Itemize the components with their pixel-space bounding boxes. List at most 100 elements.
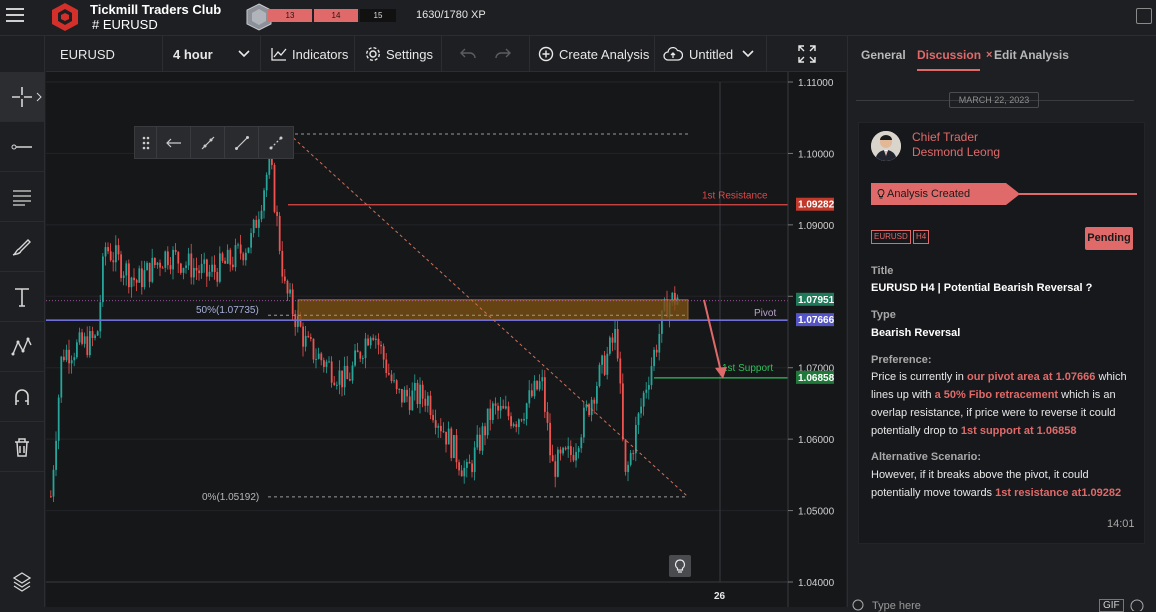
candle-body	[229, 249, 232, 265]
candle-body	[255, 219, 258, 228]
candle-body	[440, 425, 442, 432]
xp-text: 1630/1780 XP	[416, 9, 486, 21]
create-analysis-button[interactable]: Create Analysis	[530, 36, 655, 72]
candle-body	[528, 390, 531, 404]
candle-body	[603, 355, 606, 375]
author-role[interactable]: Chief Trader	[912, 130, 978, 144]
candle-body	[544, 377, 546, 412]
brush-icon	[12, 238, 31, 256]
xp-level-next: 15	[360, 9, 396, 22]
candle-body	[304, 335, 307, 347]
candle-body	[419, 384, 421, 405]
settings-button[interactable]: Settings	[355, 36, 442, 72]
tab-edit-analysis[interactable]: Edit Analysis	[994, 48, 1069, 62]
candle-body	[518, 419, 520, 428]
candle-body	[445, 431, 447, 445]
close-icon[interactable]: ×	[986, 49, 992, 61]
candle-body	[174, 249, 177, 252]
lightbulb-button[interactable]	[669, 555, 691, 577]
delete-tool[interactable]	[0, 422, 44, 472]
undo-icon[interactable]	[459, 48, 476, 60]
candle-body	[432, 415, 434, 421]
price-chart[interactable]: Pivot 1st Resistance 1st Support 50%(1.0773…	[46, 72, 846, 607]
pattern-tool[interactable]	[0, 322, 44, 372]
candle-body	[247, 247, 250, 253]
candle-body	[385, 359, 388, 373]
extend-line-icon[interactable]	[191, 127, 225, 158]
candle-body	[562, 447, 564, 454]
candle-body	[531, 390, 533, 397]
candle-body	[411, 390, 414, 411]
candle-body	[601, 355, 603, 365]
candle-body	[128, 263, 130, 288]
candle-body	[616, 328, 619, 359]
magnet-tool[interactable]	[0, 372, 44, 422]
crosshair-tool[interactable]	[0, 72, 44, 122]
line-tool[interactable]	[0, 122, 44, 172]
create-analysis-label: Create Analysis	[559, 46, 650, 62]
candle-body	[614, 328, 616, 343]
drawing-floating-toolbar	[134, 126, 294, 159]
avatar[interactable]	[871, 131, 901, 161]
banner-line	[1019, 193, 1137, 195]
candle-body	[463, 467, 466, 477]
candle-body	[583, 407, 585, 438]
candle-body	[117, 245, 120, 255]
candle-body	[109, 251, 112, 261]
brush-tool[interactable]	[0, 222, 44, 272]
candle-body	[549, 422, 551, 456]
fullscreen-button[interactable]	[767, 36, 846, 72]
candle-body	[434, 420, 437, 428]
emoji-icon[interactable]	[1130, 599, 1144, 611]
analysis-title: EURUSD H4 | Potential Bearish Reversal ?	[871, 282, 1093, 294]
preference-text: Price is currently in our pivot area at …	[871, 371, 1127, 437]
plus-circle-icon[interactable]	[852, 599, 864, 611]
author-name[interactable]: Desmond Leong	[912, 145, 1000, 159]
layers-button[interactable]	[0, 556, 44, 606]
text-tool[interactable]	[0, 272, 44, 322]
line-style-icon[interactable]	[259, 127, 293, 158]
status-badge: Pending	[1085, 227, 1133, 250]
candle-body	[356, 350, 359, 353]
candle-body	[427, 395, 429, 406]
fib-tool[interactable]	[0, 172, 44, 222]
arrow-left-icon[interactable]	[157, 127, 191, 158]
candle-body	[421, 384, 424, 399]
ray-line-icon[interactable]	[225, 127, 259, 158]
candle-body	[276, 211, 278, 216]
message-composer: Type here GIF	[848, 596, 1156, 612]
timeframe-dropdown[interactable]: 4 hour	[163, 36, 261, 72]
candle-body	[380, 344, 382, 347]
drag-handle-icon[interactable]	[135, 127, 157, 158]
candle-body	[648, 385, 650, 390]
candle-body	[102, 256, 104, 303]
tab-general[interactable]: General	[861, 48, 906, 62]
candle-body	[310, 337, 312, 339]
candle-body	[99, 302, 102, 332]
candle-body	[143, 270, 146, 288]
settings-panel-icon[interactable]	[1136, 8, 1152, 24]
symbol-selector[interactable]: EURUSD	[46, 36, 163, 72]
candle-body	[291, 289, 294, 315]
candle-body	[187, 253, 190, 266]
candle-body	[577, 448, 580, 452]
candle-body	[138, 268, 141, 283]
candle-body	[60, 356, 63, 398]
indicators-button[interactable]: Indicators	[261, 36, 355, 72]
magnet-icon	[15, 388, 29, 405]
candle-body	[151, 257, 154, 282]
message-input[interactable]: Type here	[872, 600, 921, 612]
layout-dropdown[interactable]: Untitled	[655, 36, 767, 72]
indicators-label: Indicators	[292, 46, 349, 62]
xp-progress: 13 14 15	[268, 9, 398, 22]
candle-body	[94, 335, 96, 338]
club-title: Tickmill Traders Club	[90, 2, 222, 17]
candle-body	[401, 388, 403, 403]
redo-icon[interactable]	[495, 48, 512, 60]
menu-icon[interactable]	[6, 8, 24, 24]
tab-discussion[interactable]: Discussion	[917, 48, 981, 62]
gif-button[interactable]: GIF	[1099, 599, 1124, 612]
candle-body	[265, 174, 268, 191]
candle-body	[182, 267, 185, 273]
candle-body	[81, 332, 83, 344]
